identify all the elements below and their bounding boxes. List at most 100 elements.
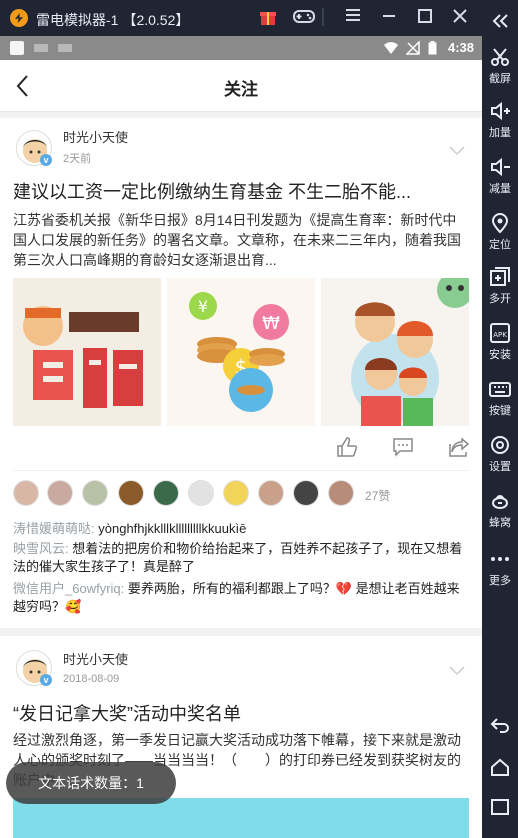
notification-icon — [34, 44, 48, 52]
scissors-icon — [489, 46, 511, 68]
svg-text:₩: ₩ — [262, 313, 280, 334]
like-thumb-icon[interactable] — [336, 436, 358, 458]
page-title: 关注 — [224, 80, 258, 99]
sidebar-label: 蜂窝 — [489, 517, 511, 529]
phone-screen: 4:38 关注 v 时光小天使 2天前 建议以工资一定比例缴纳生育基金 不生二胎… — [0, 36, 482, 838]
toast-message: 文本话术数量：1 — [6, 762, 176, 804]
comment-user[interactable]: 映雪风云: — [13, 541, 69, 556]
avatar[interactable] — [153, 480, 179, 506]
sidebar-label: 按键 — [489, 405, 511, 417]
image-row: ¥ ₩ $ — [13, 278, 469, 426]
minimize-icon[interactable] — [379, 8, 399, 28]
verified-badge-icon: v — [40, 154, 52, 166]
sidebar-label: 更多 — [489, 575, 511, 587]
sidebar-location-button[interactable]: 定位 — [482, 212, 518, 252]
sidebar-more-button[interactable]: 更多 — [482, 548, 518, 588]
sidebar-volume-up-button[interactable]: 加量 — [482, 100, 518, 140]
avatar[interactable] — [328, 480, 354, 506]
comment[interactable]: 涛惜媛萌萌哒: yònghfhjkklllklllllllllkkuukìē — [13, 520, 469, 538]
back-arrow-icon — [489, 714, 511, 736]
sidebar-label: 安装 — [489, 349, 511, 361]
sidebar-label: 加量 — [489, 127, 511, 139]
verified-badge-icon: v — [40, 674, 52, 686]
close-icon[interactable] — [450, 8, 470, 28]
status-time: 4:38 — [447, 40, 474, 55]
liker-avatars — [13, 480, 383, 508]
home-icon — [489, 756, 511, 778]
emulator-version: 【2.0.52】 — [122, 12, 190, 28]
avatar[interactable] — [47, 480, 73, 506]
comment-bubble-icon[interactable] — [392, 436, 414, 458]
bee-icon — [489, 490, 511, 512]
svg-text:APK: APK — [493, 331, 507, 339]
post-card[interactable]: v 时光小天使 2天前 建议以工资一定比例缴纳生育基金 不生二胎不能... 江苏… — [0, 118, 482, 628]
double-chevron-left-icon — [489, 10, 511, 32]
comment-user[interactable]: 微信用户_6owfyriq: — [13, 581, 124, 596]
android-recents-button[interactable] — [482, 796, 518, 820]
share-icon[interactable] — [448, 436, 470, 458]
post-title[interactable]: 建议以工资一定比例缴纳生育基金 不生二胎不能... — [13, 178, 469, 204]
sidebar-label: 设置 — [489, 461, 511, 473]
avatar[interactable] — [223, 480, 249, 506]
settings-gear-icon — [489, 434, 511, 456]
post-title[interactable]: “发日记拿大奖”活动中奖名单 — [13, 700, 469, 726]
maximize-icon[interactable] — [415, 8, 435, 28]
avatar[interactable] — [293, 480, 319, 506]
sidebar-volume-down-button[interactable]: 减量 — [482, 156, 518, 196]
sidebar-label: 截屏 — [489, 73, 511, 85]
avatar[interactable] — [13, 480, 39, 506]
app-notification-icon — [10, 41, 24, 55]
author-name[interactable]: 时光小天使 — [63, 649, 128, 668]
comment[interactable]: 微信用户_6owfyriq: 要养两胎，所有的福利都跟上了吗？💔 是想让老百姓越… — [13, 580, 469, 616]
likes-count[interactable]: 27赞 — [365, 487, 390, 504]
more-dots-icon — [489, 548, 511, 570]
sidebar-multi-open-button[interactable]: 多开 — [482, 266, 518, 306]
emulator-title-bar: 雷电模拟器-1 【2.0.52】 — [0, 0, 518, 36]
emulator-title: 雷电模拟器-1 【2.0.52】 — [36, 10, 189, 30]
sidebar-screenshot-button[interactable]: 截屏 — [482, 46, 518, 86]
post-image[interactable]: ¥ ₩ $ — [167, 278, 315, 426]
sidebar-settings-button[interactable]: 设置 — [482, 434, 518, 474]
gamepad-icon[interactable] — [292, 8, 316, 28]
avatar[interactable] — [118, 480, 144, 506]
emulator-sidebar: 截屏 加量 减量 定位 多开 APK 安装 按键 设置 蜂窝 更多 — [482, 0, 518, 838]
emulator-name: 雷电模拟器-1 — [36, 12, 119, 28]
volume-up-icon — [489, 100, 511, 122]
sidebar-keyboard-button[interactable]: 按键 — [482, 378, 518, 418]
avatar[interactable] — [82, 480, 108, 506]
menu-icon[interactable] — [343, 8, 363, 28]
multi-open-icon — [489, 266, 511, 288]
recents-icon — [489, 796, 511, 818]
apk-install-icon: APK — [489, 322, 511, 344]
chevron-down-icon[interactable] — [449, 663, 465, 676]
title-divider — [322, 8, 324, 26]
post-time: 2018-08-09 — [63, 673, 120, 685]
notification-icon — [58, 44, 72, 52]
status-bar: 4:38 — [0, 36, 482, 60]
avatar[interactable] — [188, 480, 214, 506]
no-signal-icon — [405, 40, 420, 55]
post-summary[interactable]: 江苏省委机关报《新华日报》8月14日刊发题为《提高生育率：新时代中国人口发展的新… — [13, 210, 469, 270]
divider — [13, 470, 469, 471]
keyboard-icon — [489, 378, 511, 400]
sidebar-install-apk-button[interactable]: APK 安装 — [482, 322, 518, 362]
post-image[interactable] — [321, 278, 469, 426]
post-time: 2天前 — [63, 153, 92, 165]
location-pin-icon — [489, 212, 511, 234]
avatar[interactable] — [258, 480, 284, 506]
post-image[interactable] — [13, 798, 469, 838]
battery-icon — [428, 41, 437, 55]
author-name[interactable]: 时光小天使 — [63, 127, 128, 146]
comment-user[interactable]: 涛惜媛萌萌哒: — [13, 521, 95, 536]
sidebar-label: 多开 — [489, 293, 511, 305]
wifi-icon — [384, 41, 398, 55]
gift-icon[interactable] — [258, 8, 278, 28]
android-home-button[interactable] — [482, 756, 518, 780]
collapse-sidebar-button[interactable] — [482, 10, 518, 34]
comment[interactable]: 映雪风云: 想着法的把房价和物价给抬起来了，百姓养不起孩子了，现在又想着法的催大… — [13, 540, 469, 576]
android-back-button[interactable] — [482, 714, 518, 738]
post-image[interactable] — [13, 278, 161, 426]
chevron-down-icon[interactable] — [449, 143, 465, 156]
sidebar-label: 定位 — [489, 239, 511, 251]
sidebar-hive-button[interactable]: 蜂窝 — [482, 490, 518, 530]
